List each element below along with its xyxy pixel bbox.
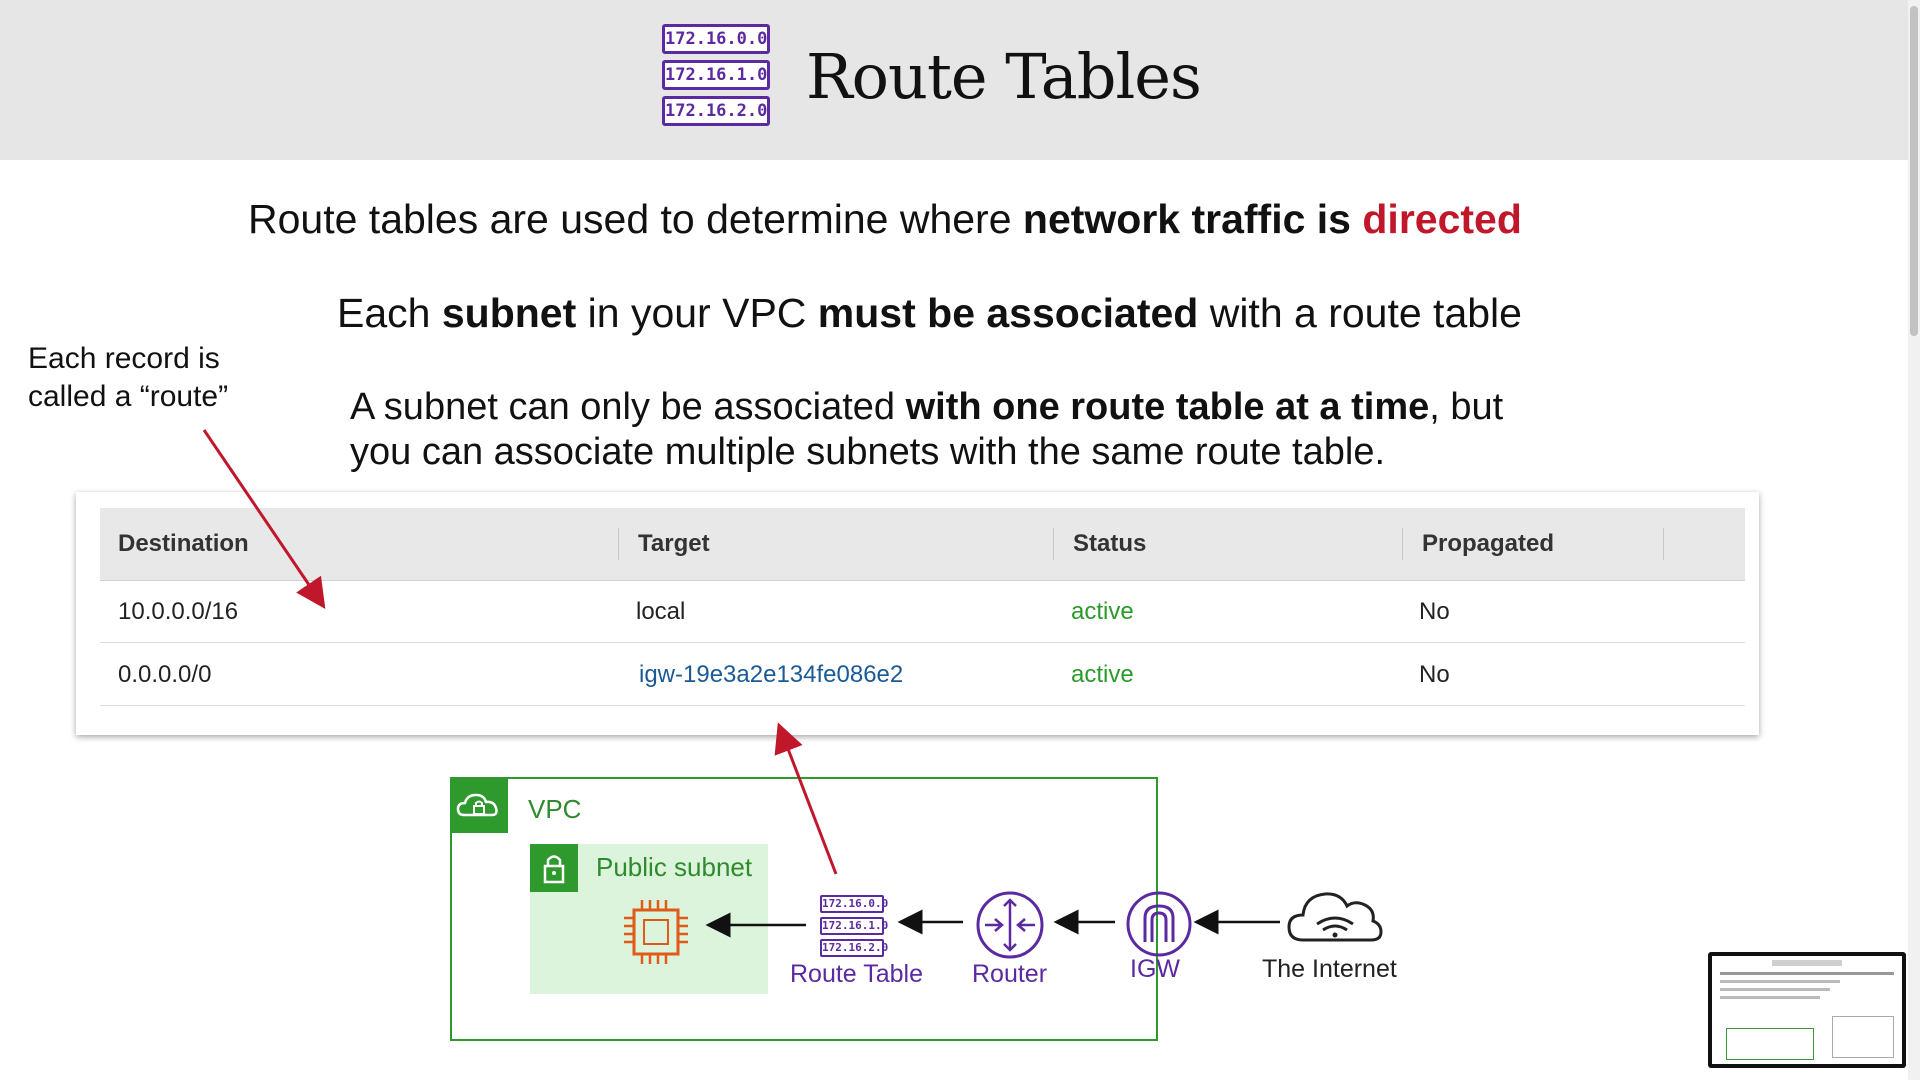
router-label: Router — [972, 960, 1048, 988]
thumbnail-text-line — [1720, 980, 1840, 983]
subnet-label: Public subnet — [596, 852, 753, 882]
table-header: Destination Target Status Propagated — [100, 508, 1745, 581]
thumbnail-text-line — [1720, 996, 1820, 999]
internet-gateway-icon — [1125, 890, 1193, 963]
statement-text: Each — [337, 290, 442, 336]
statement-highlight: directed — [1362, 196, 1522, 242]
vpc-label: VPC — [528, 794, 582, 824]
thumbnail-text-line — [1720, 972, 1894, 975]
lock-icon — [530, 844, 578, 892]
route-table: Destination Target Status Propagated 10.… — [76, 492, 1759, 735]
route-chip: 172.16.0.0 — [662, 24, 770, 54]
ec2-instance-icon — [620, 896, 692, 973]
statement-text: , but — [1429, 386, 1504, 428]
route-chip: 172.16.0.0 — [820, 895, 888, 913]
thumbnail-text-line — [1720, 988, 1830, 991]
column-divider — [1663, 528, 1664, 560]
thumbnail-diagram — [1832, 1016, 1894, 1058]
statement-emphasis: with one route table at a time — [905, 386, 1430, 428]
scrollbar-thumb[interactable] — [1910, 6, 1918, 336]
slide-header: 172.16.0.0 172.16.1.0 172.16.2.0 Route T… — [0, 0, 1908, 160]
cell-target-link[interactable]: igw-19e3a2e134fe086e2 — [639, 661, 903, 689]
route-note: Each record is called a “route” — [28, 340, 228, 416]
column-divider — [1402, 528, 1403, 560]
video-thumbnail[interactable] — [1708, 952, 1906, 1068]
igw-label: IGW — [1130, 955, 1180, 983]
route-chip: 172.16.2.0 — [820, 939, 888, 957]
route-chip: 172.16.1.0 — [662, 60, 770, 90]
note-line: Each record is — [28, 342, 220, 375]
route-table-label: Route Table — [790, 960, 923, 988]
column-header-propagated[interactable]: Propagated — [1422, 530, 1554, 558]
internet-label: The Internet — [1262, 955, 1397, 983]
route-chip: 172.16.1.0 — [820, 917, 888, 935]
column-header-target[interactable]: Target — [638, 530, 710, 558]
cell-status: active — [1071, 598, 1134, 625]
cell-status: active — [1071, 661, 1134, 688]
column-header-destination[interactable]: Destination — [118, 530, 249, 558]
statement-line-4: you can associate multiple subnets with … — [350, 431, 1386, 473]
table-row: 0.0.0.0/0 igw-19e3a2e134fe086e2 active N… — [100, 643, 1745, 706]
statement-emphasis: network traffic is — [1022, 196, 1363, 242]
statement-text: with a route table — [1198, 290, 1522, 336]
vertical-scrollbar[interactable] — [1908, 0, 1920, 1080]
thumbnail-preview — [1712, 956, 1902, 1064]
router-icon — [975, 890, 1045, 965]
statement-text: A subnet can only be associated — [350, 386, 906, 428]
route-table-icon: 172.16.0.0 172.16.1.0 172.16.2.0 — [662, 24, 770, 132]
statement-line-3: A subnet can only be associated with one… — [350, 386, 1503, 429]
cell-propagated: No — [1419, 598, 1450, 625]
route-table-icon: 172.16.0.0 172.16.1.0 172.16.2.0 — [820, 895, 888, 961]
cell-destination: 10.0.0.0/16 — [118, 598, 239, 625]
statement-text: Route tables are used to determine where — [248, 196, 1023, 242]
cell-destination: 0.0.0.0/0 — [118, 661, 212, 688]
cell-target: local — [636, 598, 686, 625]
statement-emphasis: must be associated — [817, 290, 1199, 336]
cell-propagated: No — [1419, 661, 1450, 688]
route-chip: 172.16.2.0 — [662, 96, 770, 126]
vpc-cloud-icon — [450, 777, 508, 833]
column-header-status[interactable]: Status — [1073, 530, 1146, 558]
statement-emphasis: subnet — [441, 290, 577, 336]
column-divider — [618, 528, 619, 560]
statement-line-2: Each subnet in your VPC must be associat… — [337, 290, 1522, 337]
thumbnail-diagram — [1726, 1028, 1814, 1060]
note-line: called a “route” — [28, 380, 229, 413]
thumbnail-title-bar — [1772, 960, 1842, 966]
table-row: 10.0.0.0/16 local active No — [100, 580, 1745, 643]
column-divider — [1053, 528, 1054, 560]
statement-text: in your VPC — [576, 290, 818, 336]
slide-title: Route Tables — [806, 40, 1202, 113]
statement-line-1: Route tables are used to determine where… — [248, 196, 1522, 243]
internet-cloud-icon — [1285, 884, 1385, 955]
